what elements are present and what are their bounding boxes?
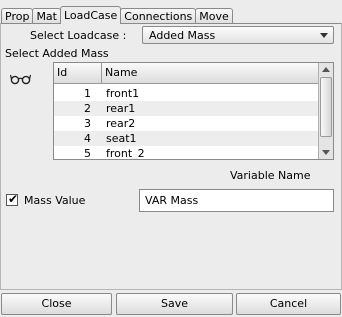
row-name: front1 (106, 87, 140, 100)
tab-prop[interactable]: Prop (1, 8, 34, 24)
scrollbar-thumb[interactable] (320, 77, 332, 137)
save-button[interactable]: Save (116, 293, 233, 315)
chevron-down-icon (320, 33, 328, 38)
loadcase-dropdown-value: Added Mass (149, 29, 216, 42)
added-mass-table: Id Name 1 front1 2 rear1 3 rear2 4 seat1… (53, 62, 334, 160)
table-scrollbar[interactable] (318, 63, 333, 159)
cancel-button[interactable]: Cancel (236, 293, 341, 315)
table-row[interactable]: 2 rear1 (54, 101, 319, 116)
row-id: 4 (84, 132, 91, 145)
select-added-mass-label: Select Added Mass (5, 47, 109, 60)
row-name: front_2 (106, 147, 145, 160)
scroll-down-button[interactable] (320, 146, 332, 158)
tab-move[interactable]: Move (195, 8, 233, 24)
table-row[interactable]: 1 front1 (54, 86, 319, 101)
checkmark-icon: ✔ (8, 192, 19, 206)
tab-bar: Prop Mat LoadCase Connections Move (1, 6, 233, 24)
tab-loadcase[interactable]: LoadCase (59, 6, 122, 24)
row-name: rear2 (106, 117, 136, 130)
row-id: 2 (84, 102, 91, 115)
tab-connections[interactable]: Connections (120, 8, 197, 24)
table-row[interactable]: 5 front_2 (54, 146, 319, 160)
mass-value-label: Mass Value (24, 194, 86, 207)
row-id: 3 (84, 117, 91, 130)
variable-name-value: VAR Mass (145, 194, 199, 207)
tab-mat[interactable]: Mat (32, 8, 61, 24)
arrow-up-icon (322, 67, 330, 72)
row-id: 5 (84, 147, 91, 160)
loadcase-panel: Prop Mat LoadCase Connections Move Selec… (0, 0, 342, 317)
mass-value-checkbox[interactable]: ✔ (6, 192, 19, 206)
variable-name-header: Variable Name (230, 169, 311, 182)
column-header-id[interactable]: Id (54, 63, 102, 83)
select-loadcase-label: Select Loadcase : (30, 29, 127, 42)
row-name: seat1 (106, 132, 137, 145)
close-button[interactable]: Close (1, 293, 112, 315)
arrow-down-icon (322, 150, 330, 155)
glasses-icon[interactable] (10, 73, 32, 85)
row-name: rear1 (106, 102, 136, 115)
scroll-up-button[interactable] (320, 64, 332, 76)
row-id: 1 (84, 87, 91, 100)
table-header: Id Name (54, 63, 319, 84)
table-row[interactable]: 4 seat1 (54, 131, 319, 146)
table-row[interactable]: 3 rear2 (54, 116, 319, 131)
loadcase-dropdown[interactable]: Added Mass (142, 26, 334, 44)
column-header-name[interactable]: Name (102, 63, 319, 83)
variable-name-input[interactable]: VAR Mass (139, 189, 334, 212)
